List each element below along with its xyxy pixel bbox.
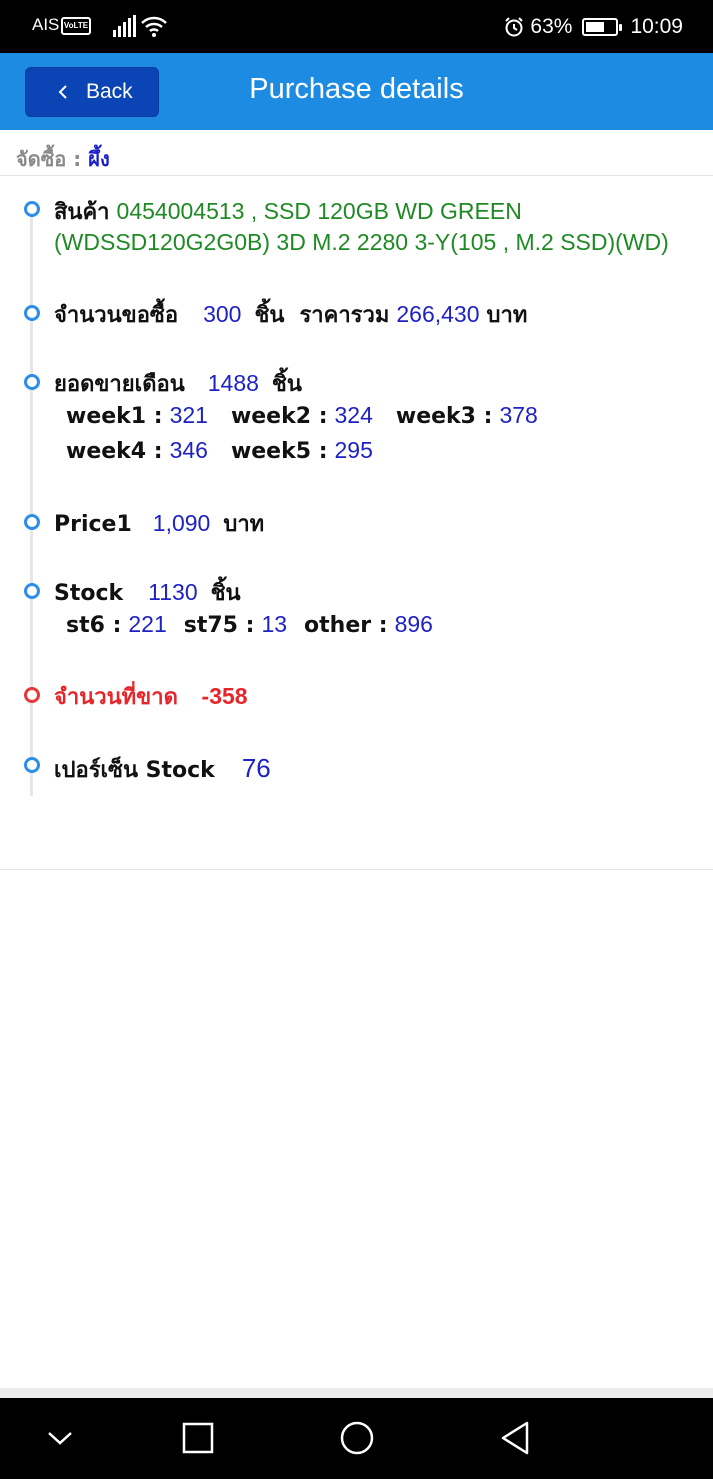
- clock: 10:09: [630, 15, 683, 38]
- stock-location-label: other :: [304, 613, 388, 638]
- price-line: Price1 1,090 บาท: [54, 506, 264, 541]
- product-description: (WDSSD120G2G0B) 3D M.2 2280 3-Y(105 , M.…: [54, 229, 669, 255]
- price-currency: บาท: [223, 512, 265, 537]
- stock-location-value: 13: [261, 611, 288, 637]
- week-label: week3 :: [395, 404, 493, 429]
- carrier-label: AIS: [32, 15, 60, 34]
- price-value: 1,090: [152, 510, 211, 536]
- week-value: 346: [169, 437, 208, 463]
- app-header: Purchase details Back: [0, 53, 713, 130]
- status-bar: AIS VoLTE 63% 10:09: [0, 0, 713, 53]
- chevron-left-icon: [58, 85, 67, 99]
- wifi-icon: [141, 16, 167, 37]
- timeline-dot: [24, 757, 40, 773]
- stock-location-value: 896: [394, 611, 433, 637]
- order-total-label: ราคารวม: [299, 303, 390, 328]
- buyer-row: จัดซื้อ : ผึ้ง: [0, 130, 713, 176]
- weeks-row-1: week1 : 321 week2 : 324 week3 : 378: [66, 402, 538, 429]
- back-button[interactable]: Back: [25, 67, 159, 117]
- week-label: week4 :: [66, 439, 163, 464]
- week-label: week2 :: [230, 404, 328, 429]
- week-value: 324: [334, 402, 373, 428]
- timeline-dot: [24, 583, 40, 599]
- battery-level: [586, 22, 605, 32]
- order-total-currency: บาท: [486, 303, 528, 328]
- timeline-dot: [24, 374, 40, 390]
- monthly-sales-label: ยอดขายเดือน: [54, 372, 185, 397]
- product-line-2: (WDSSD120G2G0B) 3D M.2 2280 3-Y(105 , M.…: [54, 229, 669, 256]
- product-label: สินค้า: [54, 200, 110, 225]
- timeline-dot: [24, 201, 40, 217]
- purchase-detail-timeline: สินค้า 0454004513 , SSD 120GB WD GREEN (…: [0, 176, 713, 870]
- monthly-sales-unit: ชิ้น: [271, 372, 302, 397]
- order-line: จำนวนขอซื้อ 300 ชิ้น ราคารวม 266,430 บาท: [54, 297, 527, 332]
- nav-separator: [0, 1388, 713, 1398]
- buyer-name: ผึ้ง: [88, 147, 110, 171]
- signal-icon: [113, 15, 137, 37]
- week-value: 295: [334, 437, 373, 463]
- shortage-label: จำนวนที่ขาด: [54, 685, 178, 710]
- stock-location-label: st6 :: [66, 613, 122, 638]
- stock-line: Stock 1130 ชิ้น: [54, 575, 241, 610]
- monthly-sales-value: 1488: [207, 370, 259, 396]
- product-line-1: สินค้า 0454004513 , SSD 120GB WD GREEN: [54, 194, 522, 229]
- week-label: week1 :: [66, 404, 163, 429]
- product-code-name: 0454004513 , SSD 120GB WD GREEN: [116, 198, 522, 224]
- nav-back-icon[interactable]: [495, 1418, 535, 1458]
- week-value: 321: [169, 402, 208, 428]
- stock-locations-row: st6 : 221 st75 : 13 other : 896: [66, 611, 433, 638]
- battery-icon: [582, 18, 623, 36]
- alarm-icon: [505, 17, 524, 37]
- shortage-line: จำนวนที่ขาด -358: [54, 679, 248, 714]
- order-qty-value: 300: [203, 301, 242, 327]
- shortage-value: -358: [201, 683, 248, 709]
- stock-label: Stock: [54, 581, 124, 606]
- nav-down-icon[interactable]: [40, 1418, 80, 1458]
- stock-percent-line: เปอร์เซ็น Stock 76: [54, 752, 271, 787]
- price-label: Price1: [54, 512, 132, 537]
- back-button-label: Back: [86, 80, 133, 103]
- stock-percent-value: 76: [241, 753, 271, 783]
- order-qty-label: จำนวนขอซื้อ: [54, 303, 179, 328]
- order-qty-unit: ชิ้น: [254, 303, 285, 328]
- buyer-label: จัดซื้อ :: [16, 147, 82, 171]
- timeline-dot: [24, 305, 40, 321]
- timeline-line: [30, 206, 33, 796]
- volte-icon: VoLTE: [61, 17, 91, 35]
- system-nav-bar: [0, 1398, 713, 1479]
- battery-percent: 63%: [530, 15, 573, 38]
- order-total-value: 266,430: [396, 301, 480, 327]
- weeks-row-2: week4 : 346 week5 : 295: [66, 437, 373, 464]
- monthly-sales-line: ยอดขายเดือน 1488 ชิ้น: [54, 366, 302, 401]
- week-label: week5 :: [230, 439, 328, 464]
- nav-home-icon[interactable]: [337, 1418, 377, 1458]
- stock-value: 1130: [148, 579, 198, 605]
- nav-recents-icon[interactable]: [178, 1418, 218, 1458]
- stock-location-label: st75 :: [183, 613, 255, 638]
- stock-location-value: 221: [128, 611, 167, 637]
- week-value: 378: [499, 402, 538, 428]
- timeline-dot-alert: [24, 687, 40, 703]
- stock-percent-label: เปอร์เซ็น Stock: [54, 758, 215, 783]
- stock-unit: ชิ้น: [210, 581, 241, 606]
- timeline-dot: [24, 514, 40, 530]
